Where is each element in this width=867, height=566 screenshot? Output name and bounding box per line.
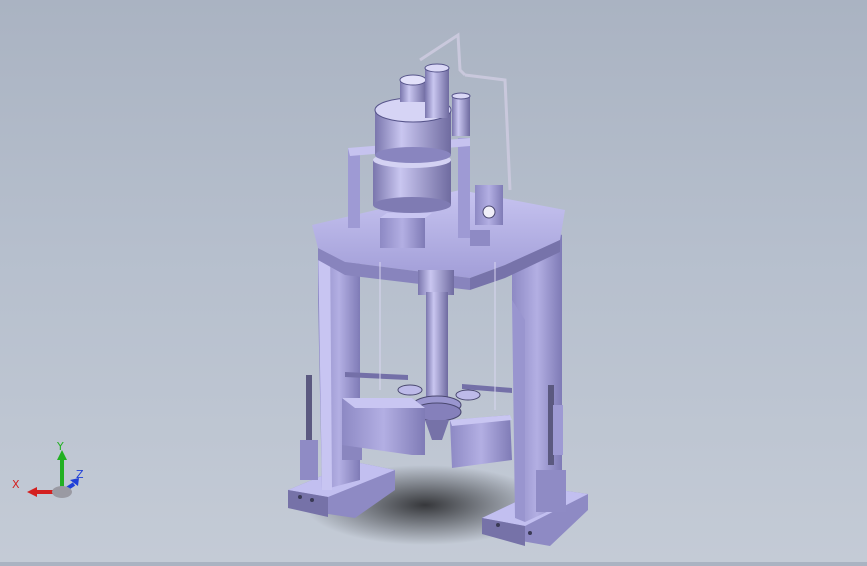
orientation-triad: X Y Z <box>10 440 100 510</box>
machine-model[interactable] <box>0 0 867 562</box>
graphics-viewport[interactable]: X Y Z <box>0 0 867 562</box>
x-axis-label: X <box>12 478 20 491</box>
left-slide-block[interactable] <box>342 398 425 455</box>
z-axis-label: Z <box>76 468 84 481</box>
y-axis-label: Y <box>57 440 64 453</box>
main-shaft[interactable] <box>418 270 454 400</box>
triad-axes <box>27 450 79 498</box>
right-slide-block[interactable] <box>450 415 512 468</box>
